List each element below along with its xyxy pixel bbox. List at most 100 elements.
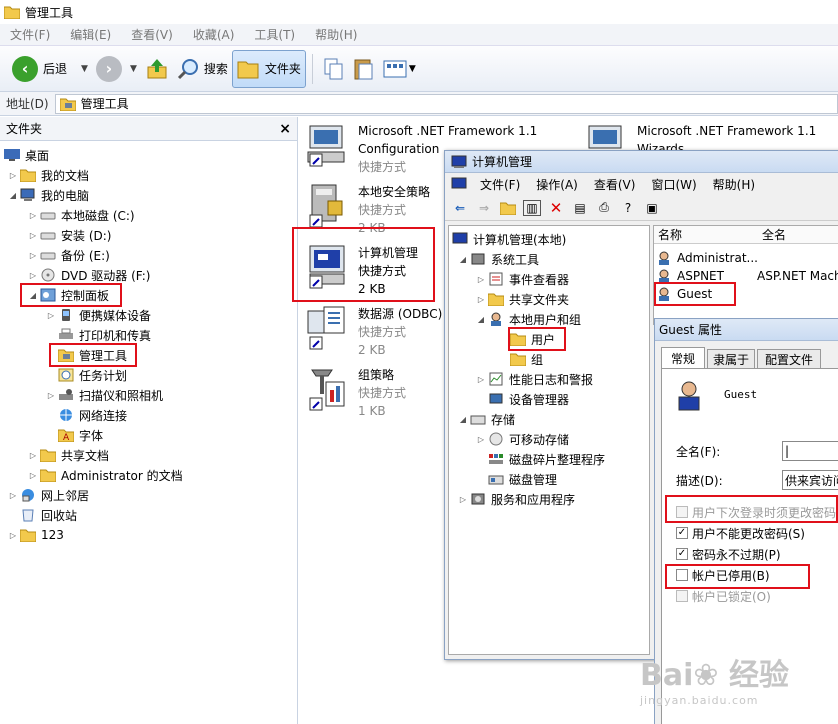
checkbox-account-locked[interactable]: 帐户已锁定(O) [676,587,771,605]
checkbox-checked-icon[interactable]: ✓ [676,548,688,560]
cm-menu-view[interactable]: 查看(V) [586,176,644,193]
fullname-input[interactable]: | [782,441,838,461]
col-name[interactable]: 名称 [654,226,758,243]
collapse-icon[interactable]: ◢ [8,191,18,200]
cm-tree-shared-folders[interactable]: ▷ 共享文件夹 [476,289,569,309]
tree-item-drive-c[interactable]: ▷ 本地磁盘 (C:) [28,205,135,225]
tree-item-my-documents[interactable]: ▷ 我的文档 [8,165,89,185]
cm-tree-defrag[interactable]: 磁盘碎片整理程序 [488,449,605,469]
tree-item-my-computer[interactable]: ◢ 我的电脑 [8,185,89,205]
collapse-icon[interactable]: ◢ [458,415,468,424]
expand-icon[interactable]: ▷ [28,211,38,220]
cm-tree-disk-management[interactable]: 磁盘管理 [488,469,557,489]
back-button[interactable]: ‹ 后退 ▼ [8,50,92,88]
cm-tree-system-tools[interactable]: ◢ 系统工具 [458,249,539,269]
cm-menu-file[interactable]: 文件(F) [472,176,528,193]
close-icon[interactable]: × [279,121,291,137]
expand-icon[interactable]: ▷ [476,435,486,444]
show-tree-icon[interactable]: ▥ [523,199,541,216]
file-item-group-policy[interactable]: 组策略 快捷方式 1 KB [306,366,406,420]
expand-icon[interactable]: ▷ [28,451,38,460]
expand-icon[interactable]: ▷ [458,495,468,504]
tree-item-desktop[interactable]: 桌面 [4,145,49,165]
expand-icon[interactable]: ▷ [8,171,18,180]
cm-tree-event-viewer[interactable]: ▷ 事件查看器 [476,269,569,289]
expand-icon[interactable]: ▷ [476,295,486,304]
menu-tools[interactable]: 工具(T) [244,26,305,43]
cm-tree-root[interactable]: 计算机管理(本地) [452,229,566,249]
up-folder-button[interactable] [141,50,173,88]
expand-icon[interactable]: ▷ [28,231,38,240]
menu-file[interactable]: 文件(F) [0,26,60,43]
expand-icon[interactable]: ▷ [46,391,56,400]
tree-item-dvd-drive[interactable]: ▷ DVD 驱动器 (F:) [28,265,151,285]
tab-general[interactable]: 常规 [661,347,705,369]
checkbox-password-never-expires[interactable]: ✓ 密码永不过期(P) [676,545,781,563]
tree-item-drive-e[interactable]: ▷ 备份 (E:) [28,245,110,265]
expand-icon[interactable]: ▷ [8,531,18,540]
copy-button[interactable] [319,50,349,88]
export-list-icon[interactable]: ⎙ [595,200,613,216]
menu-edit[interactable]: 编辑(E) [60,26,121,43]
tree-item-network-connections[interactable]: 网络连接 [58,405,127,425]
tree-item-printers[interactable]: 打印机和传真 [58,325,151,345]
back-arrow-icon[interactable]: ⇐ [451,200,469,216]
collapse-icon[interactable]: ◢ [476,315,486,324]
search-button[interactable]: 搜索 [173,50,232,88]
cm-tree-perf-logs[interactable]: ▷ 性能日志和警报 [476,369,593,389]
user-row-administrator[interactable]: Administrat... [656,248,758,268]
expand-icon[interactable]: ▷ [476,275,486,284]
collapse-icon[interactable]: ◢ [458,255,468,264]
forward-dropdown-icon[interactable]: ▼ [130,64,137,74]
menu-help[interactable]: 帮助(H) [305,26,367,43]
cm-tree-services-apps[interactable]: ▷ 服务和应用程序 [458,489,575,509]
checkbox-box[interactable] [676,590,688,602]
cm-menu-help[interactable]: 帮助(H) [705,176,763,193]
tree-item-portable-devices[interactable]: ▷ 便携媒体设备 [46,305,151,325]
tree-item-admin-docs[interactable]: ▷ Administrator 的文档 [28,465,183,485]
tree-item-scheduled-tasks[interactable]: 任务计划 [58,365,127,385]
menu-view[interactable]: 查看(V) [121,26,183,43]
cm-tree-device-manager[interactable]: 设备管理器 [488,389,569,409]
menu-favorites[interactable]: 收藏(A) [183,26,245,43]
perf-logs-icon [489,372,503,386]
tree-item-shared-docs[interactable]: ▷ 共享文档 [28,445,109,465]
delete-icon[interactable]: ✕ [547,199,565,217]
cm-tree-removable-storage[interactable]: ▷ 可移动存储 [476,429,569,449]
forward-arrow-icon[interactable]: ⇒ [475,200,493,216]
help-icon[interactable]: ? [619,200,637,216]
tree-item-fonts[interactable]: A 字体 [58,425,103,445]
back-dropdown-icon[interactable]: ▼ [81,64,88,74]
tab-profile[interactable]: 配置文件 [757,349,821,369]
expand-icon[interactable]: ▷ [476,375,486,384]
cm-menu-action[interactable]: 操作(A) [528,176,586,193]
paste-button[interactable] [349,50,379,88]
tab-member-of[interactable]: 隶属于 [707,349,755,369]
cm-tree-local-users-groups[interactable]: ◢ 本地用户和组 [476,309,581,329]
views-button[interactable]: ▼ [379,50,420,88]
checkbox-cannot-change-password[interactable]: ✓ 用户不能更改密码(S) [676,524,805,542]
col-fullname[interactable]: 全名 [758,226,786,243]
cm-tree-storage[interactable]: ◢ 存储 [458,409,515,429]
tree-item-123[interactable]: ▷ 123 [8,525,64,545]
file-item-odbc[interactable]: 数据源 (ODBC) 快捷方式 2 KB [306,305,442,359]
description-input[interactable]: 供来宾访问 [782,470,838,490]
cm-menu-window[interactable]: 窗口(W) [643,176,704,193]
pane-icon[interactable]: ▣ [643,200,661,216]
expand-icon[interactable]: ▷ [8,491,18,500]
tree-item-recycle-bin[interactable]: 回收站 [20,505,77,525]
address-input[interactable]: 管理工具 [54,93,838,114]
expand-icon[interactable]: ▷ [28,251,38,260]
folders-button[interactable]: 文件夹 [231,49,306,88]
tree-item-scanners[interactable]: ▷ 扫描仪和照相机 [46,385,163,405]
expand-icon[interactable]: ▷ [28,471,38,480]
expand-icon[interactable]: ▷ [46,311,56,320]
expand-icon[interactable]: ▷ [28,271,38,280]
checkbox-checked-icon[interactable]: ✓ [676,527,688,539]
cm-tree-groups[interactable]: 组 [510,349,543,369]
properties-icon[interactable]: ▤ [571,200,589,216]
forward-button[interactable]: › ▼ [92,50,141,88]
tree-item-drive-d[interactable]: ▷ 安装 (D:) [28,225,112,245]
tree-item-network-places[interactable]: ▷ 网上邻居 [8,485,89,505]
up-folder-icon[interactable] [499,200,517,216]
